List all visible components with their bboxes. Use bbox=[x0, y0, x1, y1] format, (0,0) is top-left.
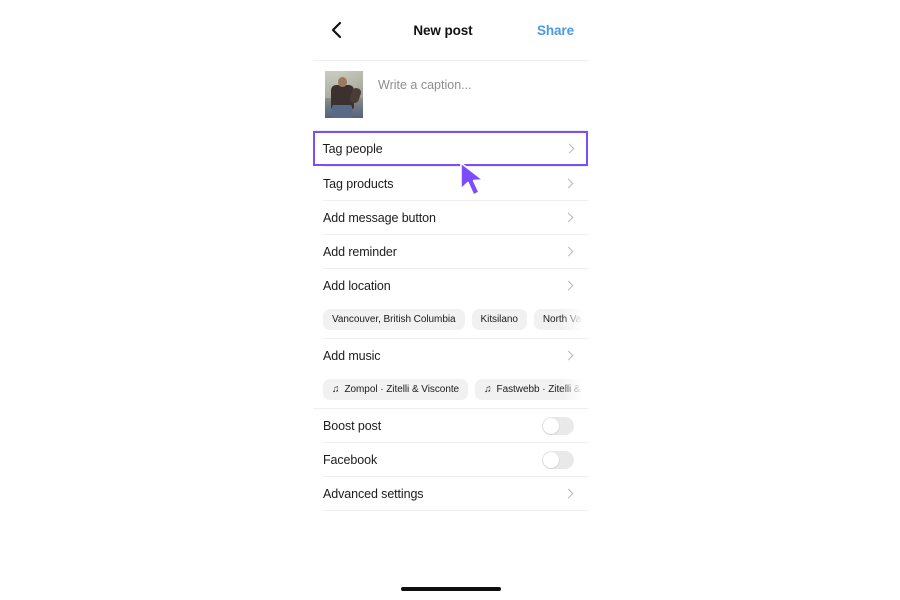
row-add-reminder[interactable]: Add reminder bbox=[313, 235, 588, 268]
music-note-icon: ♫ bbox=[332, 383, 340, 395]
row-tag-people[interactable]: Tag people bbox=[313, 131, 588, 166]
music-note-icon: ♫ bbox=[484, 383, 492, 395]
post-photo-thumbnail[interactable] bbox=[325, 71, 363, 118]
row-advanced-settings[interactable]: Advanced settings bbox=[313, 477, 588, 510]
music-chip-label: Zompol · Zitelli & Visconte bbox=[344, 384, 460, 395]
thumb-person-jeans bbox=[331, 104, 352, 118]
row-boost-post[interactable]: Boost post bbox=[313, 409, 588, 442]
row-add-music[interactable]: Add music bbox=[313, 339, 588, 372]
chevron-right-icon bbox=[565, 487, 574, 501]
row-divider bbox=[323, 510, 588, 511]
row-label: Add location bbox=[323, 278, 391, 293]
row-label: Add message button bbox=[323, 210, 436, 225]
music-chip-label: Fastwebb · Zitelli & Visconte bbox=[496, 384, 588, 395]
chevron-right-icon bbox=[565, 177, 574, 191]
location-suggestions: Vancouver, British Columbia Kitsilano No… bbox=[313, 302, 588, 338]
location-chip[interactable]: Vancouver, British Columbia bbox=[323, 309, 465, 330]
location-chip[interactable]: Kitsilano bbox=[471, 309, 527, 330]
back-button[interactable] bbox=[323, 17, 349, 43]
thumb-person-head bbox=[337, 76, 347, 87]
row-add-message-button[interactable]: Add message button bbox=[313, 201, 588, 234]
toggle-knob bbox=[543, 451, 559, 468]
chevron-right-icon bbox=[565, 279, 574, 293]
chevron-right-icon bbox=[565, 211, 574, 225]
caption-row[interactable]: Write a caption... bbox=[313, 61, 588, 130]
row-label: Add reminder bbox=[323, 244, 397, 259]
chevron-right-icon bbox=[566, 142, 575, 156]
music-chip[interactable]: ♫ Fastwebb · Zitelli & Visconte bbox=[475, 379, 588, 400]
facebook-toggle[interactable] bbox=[542, 450, 574, 469]
caption-input[interactable]: Write a caption... bbox=[363, 71, 576, 93]
toggle-knob bbox=[543, 417, 559, 434]
row-label: Tag products bbox=[323, 176, 394, 191]
row-add-location[interactable]: Add location bbox=[313, 269, 588, 302]
music-chip[interactable]: ♫ Zompol · Zitelli & Visconte bbox=[323, 379, 469, 400]
phone-screen: New post Share Write a caption... Tag pe… bbox=[313, 0, 588, 600]
page-title: New post bbox=[413, 22, 473, 38]
chevron-right-icon bbox=[565, 245, 574, 259]
music-chip-list[interactable]: ♫ Zompol · Zitelli & Visconte ♫ Fastwebb… bbox=[313, 372, 588, 408]
row-facebook[interactable]: Facebook bbox=[313, 443, 588, 476]
chevron-right-icon bbox=[565, 349, 574, 363]
row-label: Advanced settings bbox=[323, 486, 424, 501]
chevron-left-icon bbox=[331, 21, 342, 39]
row-label: Facebook bbox=[323, 452, 378, 467]
row-label: Tag people bbox=[322, 141, 383, 156]
location-chip[interactable]: North Vancouver bbox=[533, 309, 588, 330]
screen-header: New post Share bbox=[313, 0, 588, 60]
boost-post-toggle[interactable] bbox=[542, 416, 574, 435]
row-tag-products[interactable]: Tag products bbox=[313, 167, 588, 200]
screenshot-canvas: New post Share Write a caption... Tag pe… bbox=[0, 0, 900, 600]
row-label: Add music bbox=[323, 348, 381, 363]
home-indicator-bar bbox=[400, 587, 501, 591]
location-chip-list[interactable]: Vancouver, British Columbia Kitsilano No… bbox=[313, 302, 588, 338]
row-label: Boost post bbox=[323, 418, 382, 433]
music-suggestions: ♫ Zompol · Zitelli & Visconte ♫ Fastwebb… bbox=[313, 372, 588, 408]
share-button[interactable]: Share bbox=[537, 23, 574, 38]
